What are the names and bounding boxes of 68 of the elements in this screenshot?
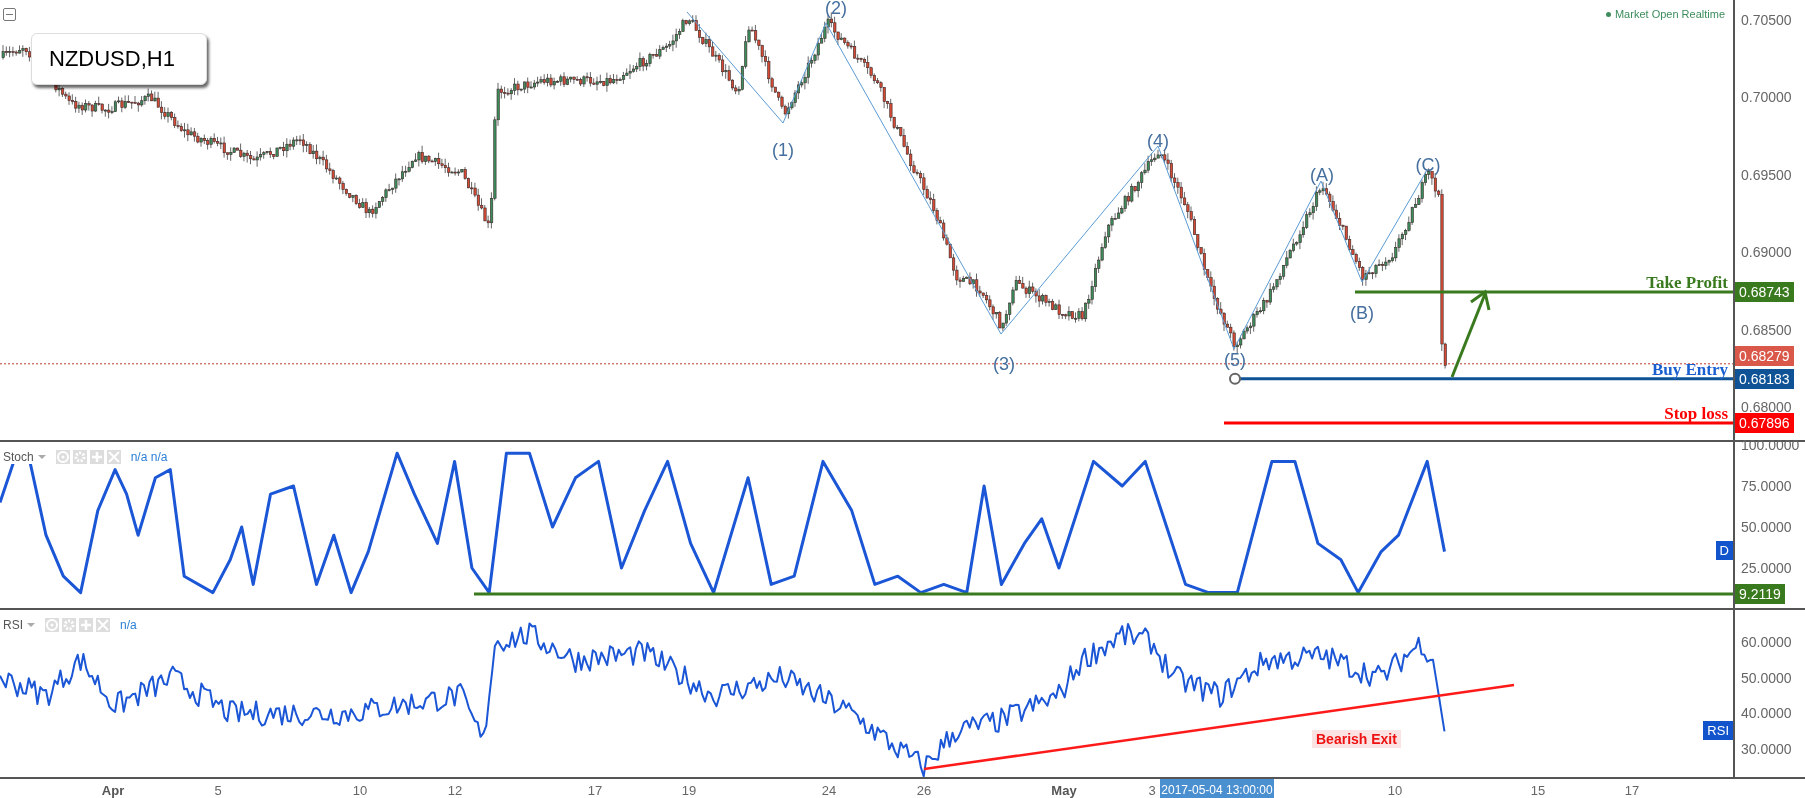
stoch-tick: 100.0000	[1741, 437, 1800, 453]
price-tick: 0.69500	[1741, 166, 1792, 183]
price-tick: 0.68500	[1741, 321, 1792, 338]
close-icon[interactable]	[106, 450, 121, 464]
rsi-tick: 30.0000	[1741, 741, 1792, 758]
stoch-tick: 25.0000	[1741, 560, 1792, 576]
wave-label: (4)	[1147, 130, 1169, 151]
stoch-tick: 50.0000	[1741, 519, 1792, 535]
price-tick: 0.68000	[1741, 399, 1792, 415]
collapse-icon[interactable]	[3, 8, 16, 21]
rsi-tick: 50.0000	[1741, 669, 1792, 686]
close-icon[interactable]	[96, 618, 110, 632]
indicator-values: n/a n/a	[130, 450, 168, 464]
time-label: 15	[1530, 783, 1546, 798]
symbol-label: NZDUSD,H1	[31, 33, 207, 85]
time-label: 17	[587, 783, 603, 798]
level-line[interactable]	[1355, 290, 1733, 294]
market-status: Market Open Realtime	[1614, 8, 1725, 20]
time-label: 10	[1387, 783, 1403, 798]
rsi-tick: 60.0000	[1741, 634, 1792, 650]
wave-label: (5)	[1224, 349, 1246, 370]
time-label: 12	[447, 783, 463, 798]
time-label: 5	[214, 783, 222, 798]
eye-icon[interactable]	[45, 618, 59, 632]
caret-icon[interactable]	[37, 455, 46, 459]
annotation-label: Bearish Exit	[1312, 730, 1401, 748]
wave-label: (A)	[1310, 164, 1334, 185]
level-label: Stop loss	[1664, 404, 1728, 424]
plus-icon[interactable]	[79, 618, 93, 632]
price-badge: 0.67896	[1735, 413, 1794, 434]
wave-label: (1)	[772, 139, 794, 160]
settings-icon[interactable]	[62, 618, 76, 632]
stoch-tick: 75.0000	[1741, 478, 1792, 494]
wave-label: (C)	[1415, 154, 1441, 175]
level-label: Buy Entry	[1651, 359, 1728, 379]
level-label: Take Profit	[1646, 273, 1728, 292]
time-label: Apr	[101, 783, 125, 798]
wave-label: (2)	[825, 0, 847, 18]
time-label: 17	[1624, 783, 1640, 798]
price-tick: 0.70000	[1741, 89, 1792, 106]
rsi-tick: 40.0000	[1741, 705, 1792, 722]
price-tick: 0.69000	[1741, 244, 1792, 261]
time-label: 26	[916, 783, 932, 798]
price-badge: 0.68279	[1735, 345, 1794, 366]
status-dot-icon	[1605, 11, 1611, 17]
level-badge: 9.2119	[1735, 583, 1785, 604]
caret-icon[interactable]	[27, 623, 35, 627]
time-label: 3	[1148, 783, 1156, 798]
time-label: May	[1051, 783, 1077, 798]
settings-icon[interactable]	[72, 450, 87, 464]
line-handle-icon[interactable]	[1229, 372, 1241, 385]
wave-label: (B)	[1350, 302, 1374, 323]
price-tick: 0.70500	[1741, 12, 1792, 28]
time-label: 24	[821, 783, 837, 798]
level-line[interactable]	[1240, 377, 1733, 381]
series-badge: RSI	[1703, 721, 1733, 740]
crosshair-time-label: 2017-05-04 13:00:00	[1160, 779, 1274, 798]
plus-icon[interactable]	[89, 450, 104, 464]
time-label: 19	[681, 783, 697, 798]
series-badge: D	[1715, 541, 1733, 560]
indicator-name[interactable]: Stoch	[3, 450, 34, 464]
wave-label: (3)	[993, 353, 1015, 374]
indicator-name[interactable]: RSI	[3, 618, 23, 632]
time-label: 10	[352, 783, 368, 798]
price-badge: 0.68183	[1735, 368, 1794, 389]
eye-icon[interactable]	[55, 450, 70, 464]
price-badge: 0.68743	[1735, 281, 1794, 302]
indicator-values: n/a	[120, 618, 137, 632]
